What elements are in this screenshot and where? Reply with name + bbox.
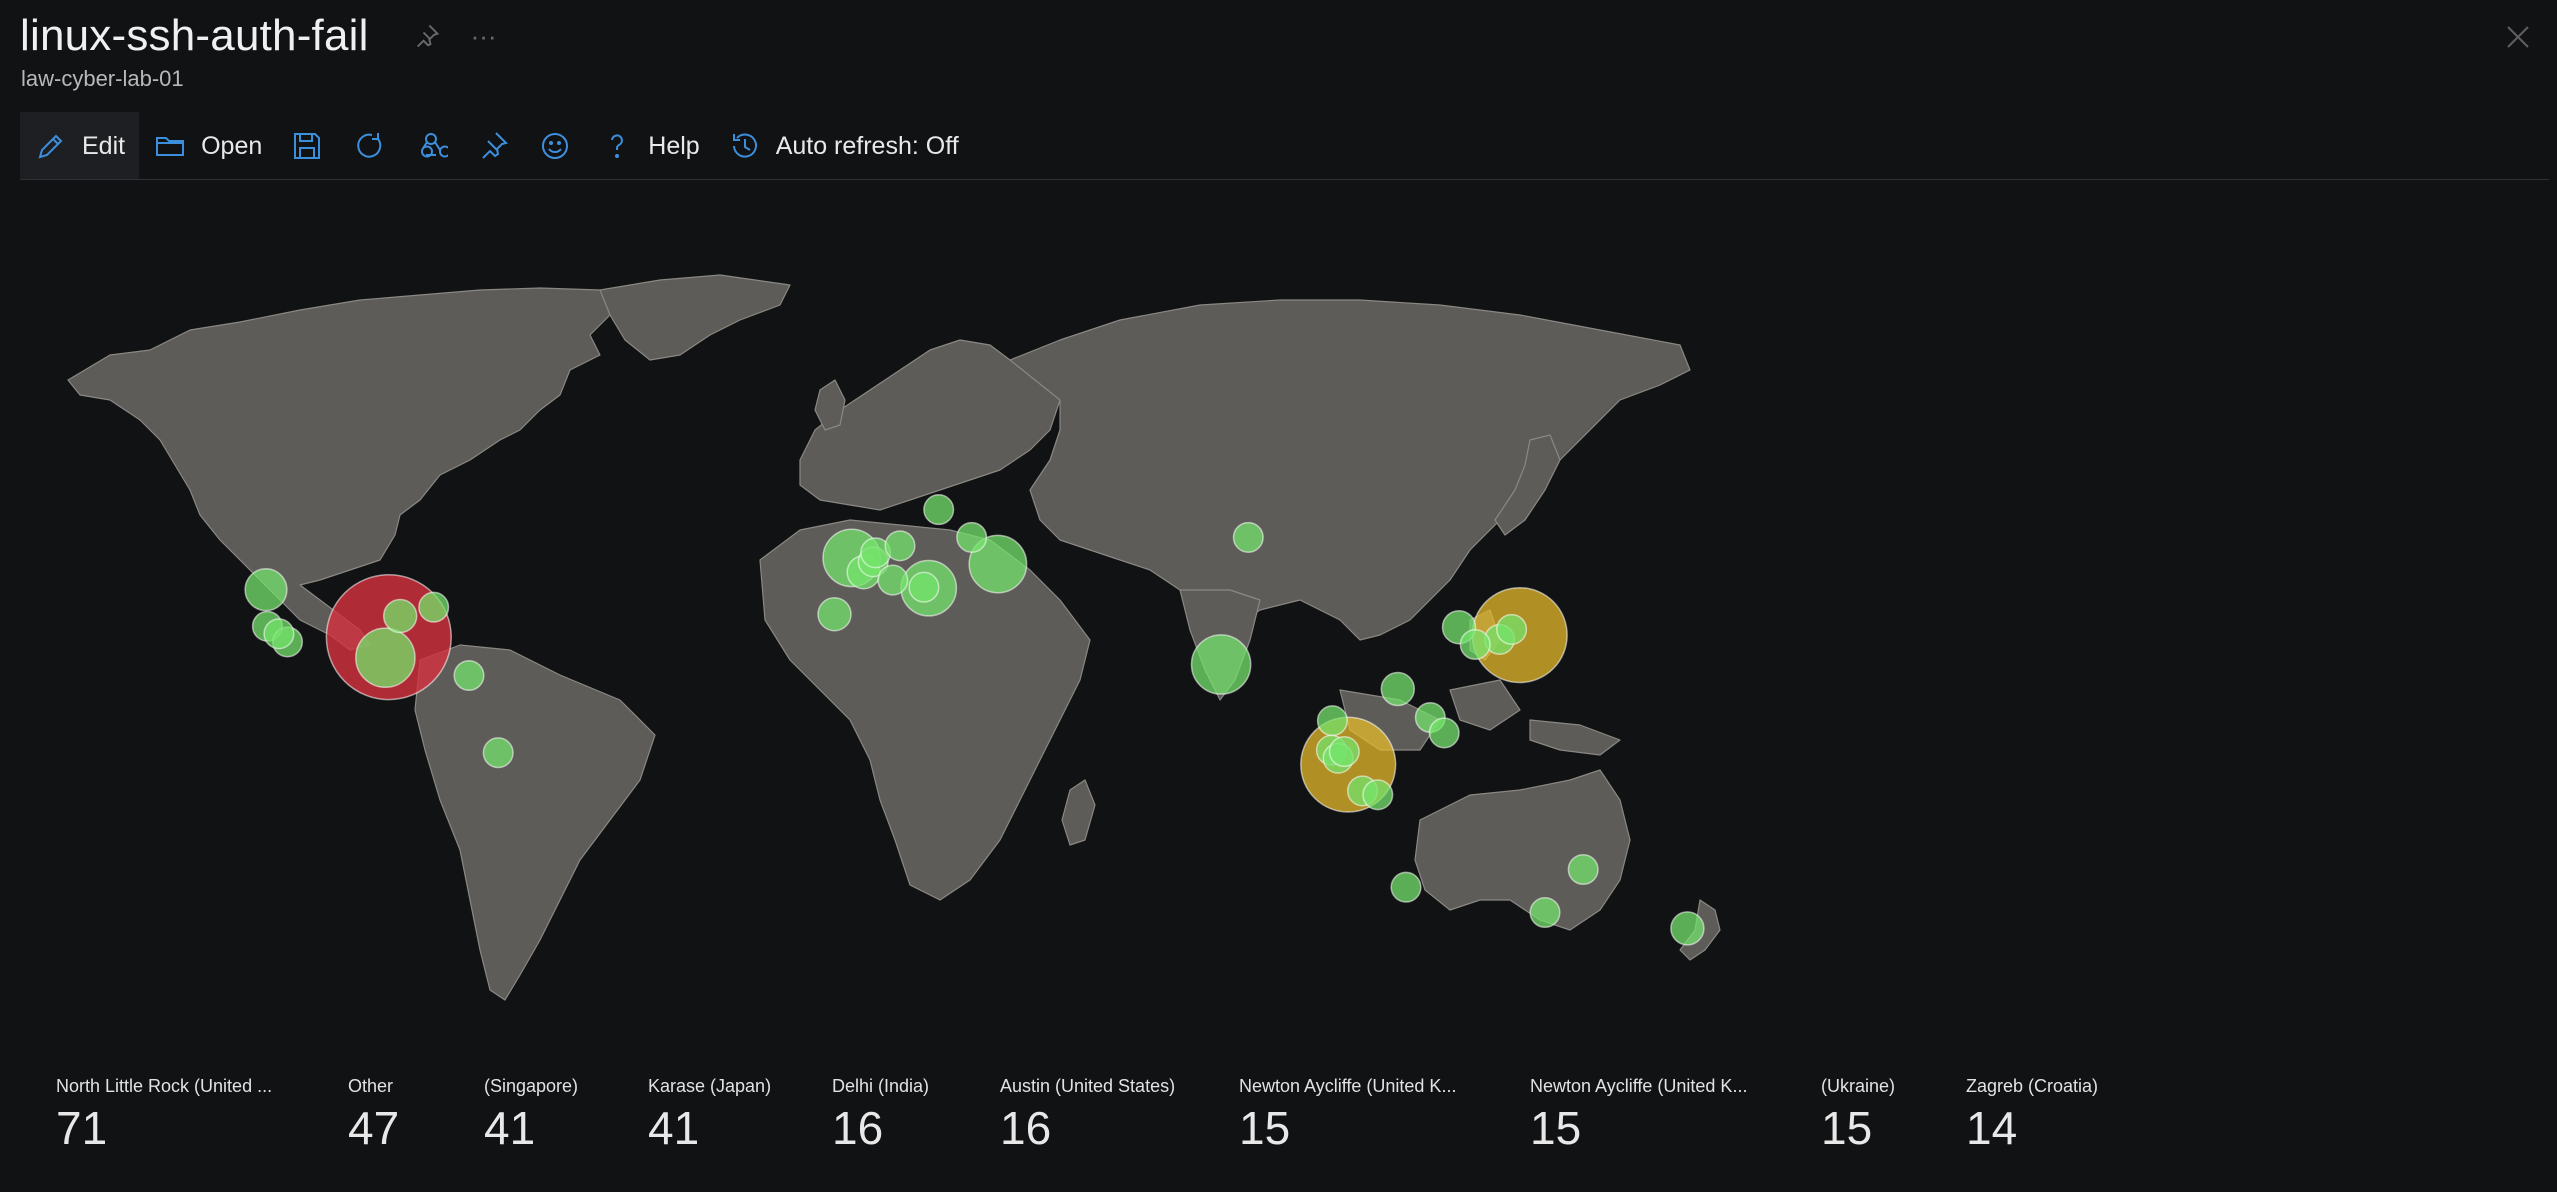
share-icon bbox=[421, 132, 449, 158]
save-icon bbox=[294, 133, 321, 159]
open-label: Open bbox=[201, 131, 263, 160]
legend-tile-value: 15 bbox=[1239, 1102, 1291, 1154]
help-button[interactable]: Help bbox=[586, 112, 713, 180]
map-bubble[interactable] bbox=[817, 596, 852, 632]
folder-open-icon bbox=[156, 137, 185, 156]
auto-refresh-label: Auto refresh: Off bbox=[775, 131, 959, 160]
refresh-icon bbox=[357, 133, 382, 158]
legend-tile-label: North Little Rock (United ... bbox=[56, 1076, 273, 1096]
map-bubble[interactable] bbox=[923, 494, 955, 526]
map-bubble[interactable] bbox=[1362, 779, 1394, 811]
greenland bbox=[599, 274, 791, 361]
world-bubble-map[interactable] bbox=[0, 260, 1760, 1050]
legend-tile[interactable]: Zagreb (Croatia) 14 bbox=[1966, 1076, 2098, 1155]
toolbar-divider bbox=[20, 179, 2549, 180]
pin-icon bbox=[482, 132, 509, 159]
legend-tile-value: 47 bbox=[348, 1102, 400, 1154]
title-row: linux-ssh-auth-fail ··· bbox=[20, 8, 497, 64]
toolbar: Edit Open Help Auto refresh: Off bbox=[20, 112, 973, 180]
more-options-icon[interactable]: ··· bbox=[471, 23, 497, 49]
madagascar bbox=[1061, 779, 1096, 846]
help-label: Help bbox=[648, 131, 700, 160]
map-bubble[interactable] bbox=[1190, 634, 1252, 695]
uk bbox=[814, 379, 846, 431]
legend-tile[interactable]: Karase (Japan) 41 bbox=[648, 1076, 771, 1155]
legend-tile-value: 15 bbox=[1821, 1102, 1873, 1154]
legend-tile-value: 41 bbox=[484, 1102, 536, 1154]
legend-tile-value: 41 bbox=[648, 1102, 700, 1154]
history-clock-icon bbox=[732, 133, 757, 158]
legend-tile-label: Karase (Japan) bbox=[648, 1076, 772, 1096]
map-bubble[interactable] bbox=[1232, 521, 1264, 553]
close-icon[interactable] bbox=[2503, 22, 2533, 52]
edit-button[interactable]: Edit bbox=[20, 112, 140, 180]
smiley-icon bbox=[542, 133, 569, 159]
asia bbox=[1009, 299, 1691, 651]
map-bubble[interactable] bbox=[1529, 896, 1561, 929]
legend-tile-label: Zagreb (Croatia) bbox=[1966, 1076, 2099, 1096]
map-bubble[interactable] bbox=[482, 737, 514, 769]
map-bubble[interactable] bbox=[382, 598, 418, 634]
map-bubble[interactable] bbox=[263, 618, 295, 650]
legend-tile-label: (Ukraine) bbox=[1821, 1076, 1896, 1096]
legend-tile-label: Newton Aycliffe (United K... bbox=[1239, 1076, 1457, 1096]
legend-tile[interactable]: (Singapore) 41 bbox=[484, 1076, 578, 1155]
share-button[interactable] bbox=[400, 112, 462, 180]
workbook-page: linux-ssh-auth-fail ··· law-cyber-lab-01… bbox=[0, 0, 2557, 1192]
south-america bbox=[414, 644, 656, 1001]
save-button[interactable] bbox=[276, 112, 338, 180]
help-icon bbox=[611, 134, 624, 158]
legend-tile-label: (Singapore) bbox=[484, 1076, 579, 1096]
edit-label: Edit bbox=[82, 131, 126, 160]
pin-dashboard-button[interactable] bbox=[462, 112, 524, 180]
auto-refresh-button[interactable]: Auto refresh: Off bbox=[714, 112, 973, 180]
map-bubble[interactable] bbox=[1316, 705, 1348, 737]
legend-tile-label: Other bbox=[348, 1076, 394, 1096]
legend-tile-label: Austin (United States) bbox=[1000, 1076, 1176, 1096]
legend-tile-value: 16 bbox=[1000, 1102, 1052, 1154]
map-bubble[interactable] bbox=[453, 659, 485, 692]
map-bubble[interactable] bbox=[1459, 628, 1491, 661]
legend-tile-value: 15 bbox=[1530, 1102, 1582, 1154]
map-bubble[interactable] bbox=[1328, 736, 1360, 768]
legend-tile[interactable]: Other 47 bbox=[348, 1076, 399, 1155]
legend-tile[interactable]: (Ukraine) 15 bbox=[1821, 1076, 1895, 1155]
map-bubble[interactable] bbox=[1428, 717, 1460, 749]
map-bubble[interactable] bbox=[1496, 613, 1528, 645]
australia bbox=[1414, 769, 1631, 931]
map-bubble[interactable] bbox=[1567, 853, 1599, 886]
legend-tile-value: 71 bbox=[56, 1102, 108, 1154]
map-bubble[interactable] bbox=[355, 627, 416, 689]
feedback-button[interactable] bbox=[524, 112, 586, 180]
map-bubble[interactable] bbox=[908, 571, 940, 603]
legend-tile-value: 16 bbox=[832, 1102, 884, 1154]
pin-icon[interactable] bbox=[413, 22, 441, 50]
map-bubble[interactable] bbox=[1670, 911, 1705, 946]
refresh-button[interactable] bbox=[338, 112, 400, 180]
open-button[interactable]: Open bbox=[139, 112, 276, 180]
legend-tile[interactable]: North Little Rock (United ... 71 bbox=[56, 1076, 272, 1155]
map-bubble[interactable] bbox=[877, 564, 909, 596]
map-bubble[interactable] bbox=[884, 530, 916, 562]
legend-tile[interactable]: Newton Aycliffe (United K... 15 bbox=[1530, 1076, 1747, 1155]
page-subtitle: law-cyber-lab-01 bbox=[21, 66, 184, 91]
map-bubble[interactable] bbox=[956, 521, 988, 553]
legend-tile-label: Newton Aycliffe (United K... bbox=[1530, 1076, 1748, 1096]
legend-tile-label: Delhi (India) bbox=[832, 1076, 930, 1096]
map-bubble[interactable] bbox=[418, 591, 450, 623]
map-bubble[interactable] bbox=[1390, 871, 1422, 903]
map-bubble[interactable] bbox=[1380, 671, 1416, 707]
legend-tile[interactable]: Delhi (India) 16 bbox=[832, 1076, 929, 1155]
map-bubble[interactable] bbox=[244, 568, 288, 612]
legend-tile-value: 14 bbox=[1966, 1102, 2018, 1154]
pencil-icon bbox=[38, 134, 63, 159]
legend-tile[interactable]: Austin (United States) 16 bbox=[1000, 1076, 1175, 1155]
legend-tile[interactable]: Newton Aycliffe (United K... 15 bbox=[1239, 1076, 1456, 1155]
page-title: linux-ssh-auth-fail bbox=[20, 11, 369, 60]
